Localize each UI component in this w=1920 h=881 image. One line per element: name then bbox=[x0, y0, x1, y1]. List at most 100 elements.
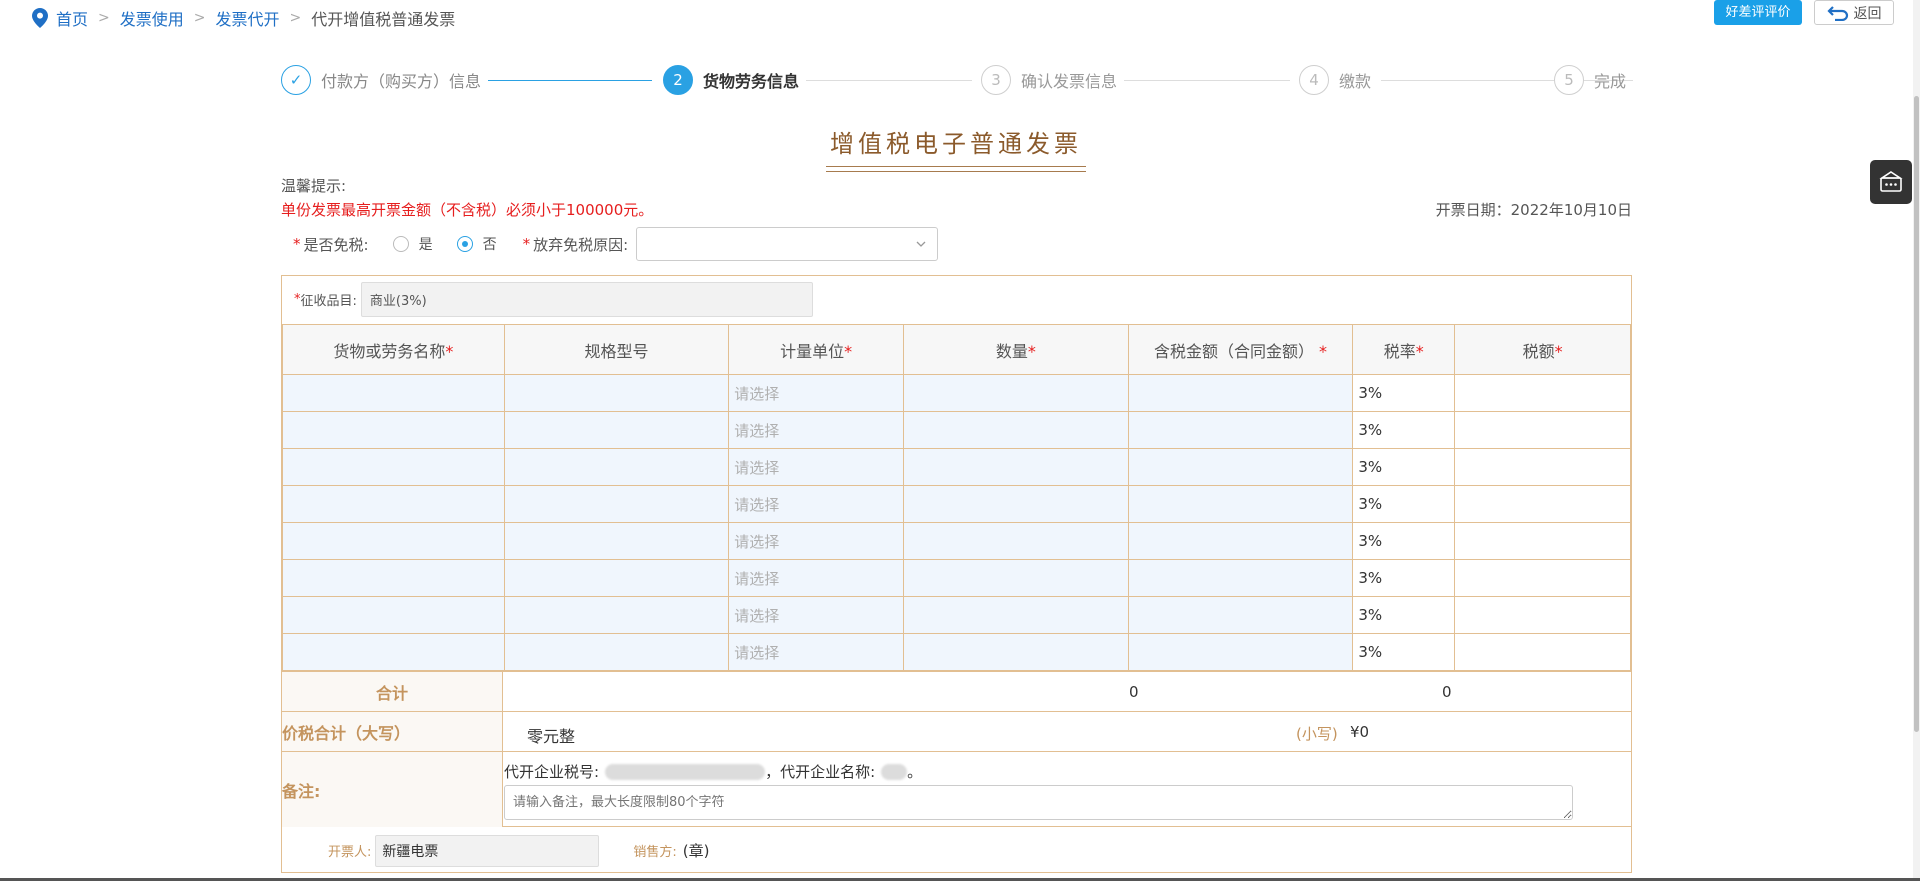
waive-reason-select[interactable] bbox=[636, 227, 939, 261]
quantity-cell[interactable] bbox=[903, 485, 1129, 523]
capital-total-label: 价税合计（大写） bbox=[282, 712, 503, 751]
spec-cell[interactable] bbox=[503, 374, 730, 412]
amount-cell[interactable] bbox=[1127, 448, 1354, 486]
goods-name-cell[interactable] bbox=[282, 559, 505, 597]
quantity-cell[interactable] bbox=[903, 411, 1129, 449]
goods-name-cell[interactable] bbox=[282, 633, 505, 671]
step-number: 5 bbox=[1554, 65, 1584, 95]
amount-cell[interactable] bbox=[1127, 522, 1354, 560]
tax-free-row: * 是否免税: 是 否 * 放弃免税原因: bbox=[281, 227, 939, 261]
unit-select[interactable]: 请选择 bbox=[728, 448, 905, 486]
invoice-title: 增值税电子普通发票 bbox=[830, 130, 1082, 158]
table-row: 请选择 3% bbox=[282, 559, 1631, 597]
step-label: 完成 bbox=[1594, 72, 1627, 91]
required-mark: * bbox=[445, 341, 454, 361]
tax-free-yes-radio[interactable]: 是 bbox=[392, 234, 433, 254]
column-header: 货物或劳务名称* bbox=[282, 324, 505, 375]
quantity-cell[interactable] bbox=[903, 559, 1129, 597]
column-header-label: 规格型号 bbox=[584, 341, 649, 361]
spec-cell[interactable] bbox=[503, 633, 730, 671]
unit-select[interactable]: 请选择 bbox=[728, 411, 905, 449]
tax-amount-cell bbox=[1454, 448, 1631, 486]
unit-select[interactable]: 请选择 bbox=[728, 596, 905, 634]
quantity-cell[interactable] bbox=[903, 596, 1129, 634]
goods-name-cell[interactable] bbox=[282, 411, 505, 449]
column-header-label: 数量 bbox=[995, 341, 1028, 361]
goods-name-cell[interactable] bbox=[282, 448, 505, 486]
unit-select[interactable]: 请选择 bbox=[728, 559, 905, 597]
spec-cell[interactable] bbox=[503, 522, 730, 560]
goods-name-cell[interactable] bbox=[282, 374, 505, 412]
step-label: 货物劳务信息 bbox=[703, 72, 800, 91]
amount-cell[interactable] bbox=[1127, 485, 1354, 523]
quantity-cell[interactable] bbox=[903, 633, 1129, 671]
quantity-cell[interactable] bbox=[903, 522, 1129, 560]
breadcrumb-invoice-use-link[interactable]: 发票使用 bbox=[120, 6, 184, 30]
tax-rate-cell: 3% bbox=[1352, 448, 1456, 486]
toolbox-icon[interactable] bbox=[1870, 160, 1912, 204]
unit-select[interactable]: 请选择 bbox=[728, 485, 905, 523]
amount-cell[interactable] bbox=[1127, 596, 1354, 634]
column-header: 计量单位* bbox=[728, 324, 905, 375]
amount-cell[interactable] bbox=[1127, 374, 1354, 412]
quantity-cell[interactable] bbox=[903, 448, 1129, 486]
goods-name-cell[interactable] bbox=[282, 522, 505, 560]
breadcrumb-separator: > bbox=[289, 10, 302, 26]
progress-steps: ✓ 付款方（购买方）信息 2 货物劳务信息 3 确认发票信息 4 缴款 5 完成 bbox=[281, 64, 1633, 96]
title-underline bbox=[826, 166, 1086, 167]
step-goods-info: 2 货物劳务信息 bbox=[663, 64, 799, 96]
proxy-company-line: 代开企业税号: ，代开企业名称: 。 bbox=[504, 761, 922, 782]
tax-rate-cell: 3% bbox=[1352, 522, 1456, 560]
breadcrumb: 首页 > 发票使用 > 发票代开 > 代开增值税普通发票 bbox=[32, 6, 455, 30]
proxy-line-end: 。 bbox=[907, 763, 923, 781]
unit-select[interactable]: 请选择 bbox=[728, 633, 905, 671]
table-row: 请选择 3% bbox=[282, 596, 1631, 634]
spec-cell[interactable] bbox=[503, 411, 730, 449]
proxy-tax-id-label: 代开企业税号: bbox=[504, 763, 600, 781]
column-header-label: 税率 bbox=[1383, 341, 1416, 361]
unit-select[interactable]: 请选择 bbox=[728, 374, 905, 412]
issuer-label: 开票人: bbox=[328, 845, 372, 860]
amount-cell[interactable] bbox=[1127, 559, 1354, 597]
spec-cell[interactable] bbox=[503, 559, 730, 597]
column-header: 规格型号 bbox=[503, 324, 730, 375]
goods-name-cell[interactable] bbox=[282, 596, 505, 634]
table-row: 请选择 3% bbox=[282, 411, 1631, 449]
tax-rate-cell: 3% bbox=[1352, 485, 1456, 523]
required-mark: * bbox=[1313, 341, 1328, 361]
required-mark: * bbox=[844, 341, 853, 361]
step-connector bbox=[1124, 80, 1290, 81]
scrollbar-thumb[interactable] bbox=[1914, 96, 1919, 732]
spec-cell[interactable] bbox=[503, 596, 730, 634]
back-button[interactable]: 返回 bbox=[1814, 0, 1894, 25]
back-arrow-icon bbox=[1826, 5, 1848, 21]
breadcrumb-invoice-proxy-link[interactable]: 发票代开 bbox=[216, 6, 280, 30]
spec-cell[interactable] bbox=[503, 448, 730, 486]
vertical-scrollbar[interactable] bbox=[1913, 0, 1920, 881]
step-buyer-info: ✓ 付款方（购买方）信息 bbox=[281, 64, 481, 96]
column-header-label: 计量单位 bbox=[780, 341, 845, 361]
tax-free-no-radio[interactable]: 否 bbox=[456, 234, 497, 254]
amount-cell[interactable] bbox=[1127, 633, 1354, 671]
tip-title: 温馨提示: bbox=[281, 177, 347, 195]
notes-textarea[interactable] bbox=[504, 785, 1573, 820]
back-button-label: 返回 bbox=[1853, 5, 1882, 22]
required-mark: * bbox=[1415, 341, 1424, 361]
signature-row: 开票人: 新疆电票 销售方: (章) bbox=[282, 829, 1631, 872]
spec-cell[interactable] bbox=[503, 485, 730, 523]
table-row: 请选择 3% bbox=[282, 522, 1631, 560]
evaluation-button[interactable]: 好差评评价 bbox=[1714, 0, 1802, 25]
goods-table: 货物或劳务名称* 规格型号 计量单位* 数量* 含税金额（合同金额） * 税率* 税额* 请… bbox=[282, 324, 1631, 671]
column-header: 数量* bbox=[903, 324, 1129, 375]
goods-name-cell[interactable] bbox=[282, 485, 505, 523]
table-row: 请选择 3% bbox=[282, 485, 1631, 523]
amount-cell[interactable] bbox=[1127, 411, 1354, 449]
step-number: 3 bbox=[981, 65, 1011, 95]
unit-select[interactable]: 请选择 bbox=[728, 522, 905, 560]
redacted-company-name bbox=[881, 763, 908, 780]
breadcrumb-home-link[interactable]: 首页 bbox=[56, 6, 88, 30]
radio-circle-selected bbox=[456, 236, 473, 252]
notes-label: 备注: bbox=[282, 752, 503, 827]
column-header: 含税金额（合同金额） * bbox=[1127, 324, 1354, 375]
quantity-cell[interactable] bbox=[903, 374, 1129, 412]
